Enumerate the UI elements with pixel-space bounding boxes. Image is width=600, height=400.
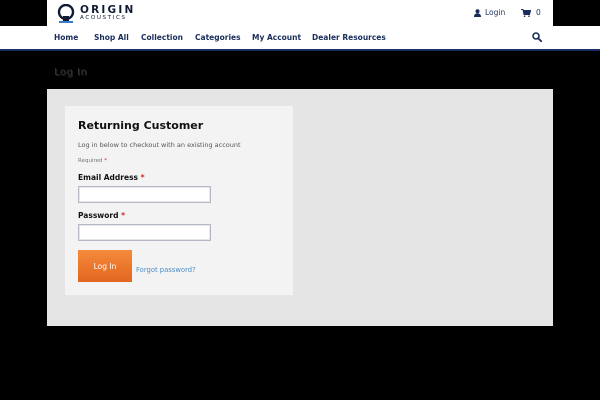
login-card-subtitle: Log in below to checkout with an existin… [78,141,241,149]
required-note-label: Required [78,158,103,164]
login-link-label: Login [485,8,506,17]
cart-button[interactable]: 0 [521,8,541,17]
top-bar: ORIGIN ACOUSTICS Login 0 [0,0,600,26]
logo-mark-icon [57,3,75,23]
logo-main-text: ORIGIN [80,3,136,16]
site-logo[interactable]: ORIGIN ACOUSTICS [57,3,135,24]
main-nav: Home Shop All Collection Categories My A… [0,26,600,51]
password-field[interactable] [78,224,211,241]
search-icon[interactable] [532,32,542,42]
email-field[interactable] [78,186,211,203]
required-star: * [104,158,107,164]
cart-icon [521,8,531,17]
logo-text: ORIGIN ACOUSTICS [80,5,135,22]
login-link[interactable]: Login [474,8,505,17]
email-required-star: * [140,173,145,182]
login-card: Returning Customer Log in below to check… [65,106,293,295]
nav-item-shop-all[interactable]: Shop All [94,33,129,42]
login-button[interactable]: Log In [78,250,132,282]
email-label-text: Email Address [78,173,139,182]
login-card-title: Returning Customer [78,119,204,132]
logo-sub-text: ACOUSTICS [80,15,127,22]
forgot-password-link[interactable]: Forgot password? [136,266,196,274]
required-note: Required * [78,158,107,164]
email-label: Email Address * [78,173,145,182]
nav-item-my-account[interactable]: My Account [252,33,301,42]
nav-item-dealer-resources[interactable]: Dealer Resources [312,33,386,42]
nav-item-categories[interactable]: Categories [195,33,241,42]
password-label-text: Password [78,211,119,220]
user-icon [474,8,481,17]
password-required-star: * [121,211,125,220]
page-title: Log In [54,67,88,78]
header-inner: ORIGIN ACOUSTICS Login 0 [47,0,553,26]
content-panel: Returning Customer Log in below to check… [47,89,553,326]
password-label: Password * [78,211,125,220]
nav-item-collection[interactable]: Collection [141,33,183,42]
cart-count: 0 [536,8,541,17]
nav-item-home[interactable]: Home [54,33,78,42]
